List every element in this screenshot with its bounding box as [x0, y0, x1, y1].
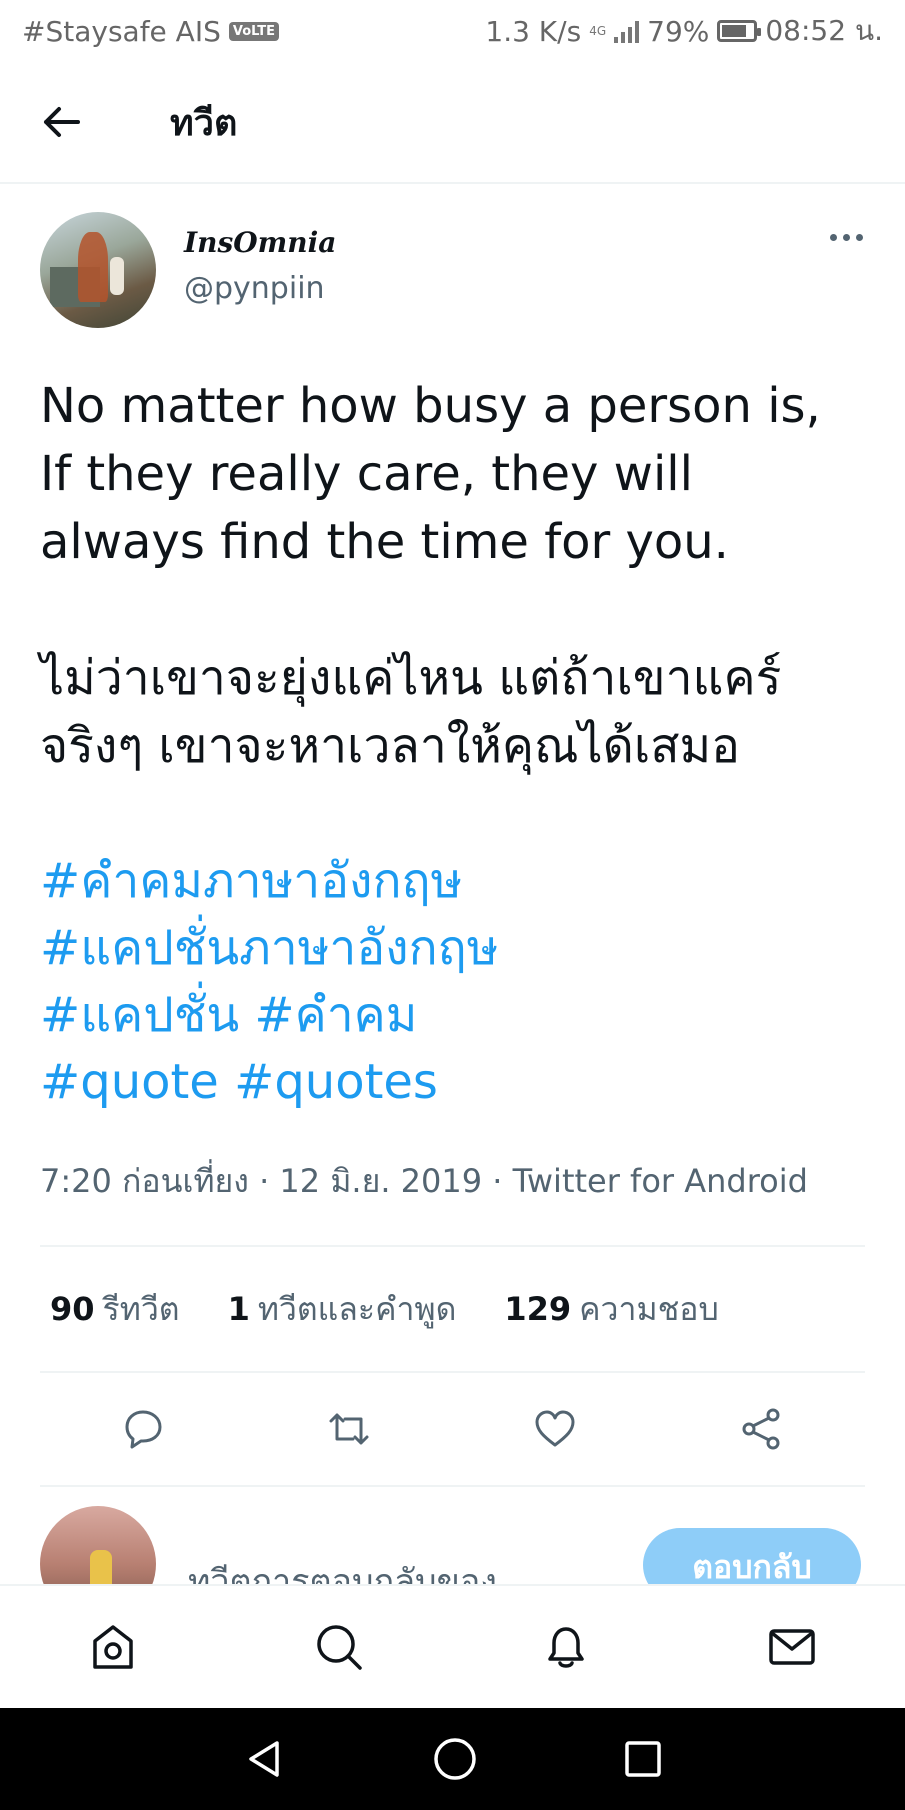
nav-home[interactable] [53, 1619, 173, 1675]
like-button[interactable] [452, 1405, 658, 1453]
mail-icon [769, 1629, 815, 1665]
clock: 08:52 น. [765, 14, 883, 47]
tweet-line-en: always find the time for you. [40, 514, 729, 570]
bottom-nav [0, 1584, 905, 1708]
divider [40, 1485, 865, 1487]
status-left: #Staysafe AIS VoLTE [22, 14, 280, 48]
arrow-left-icon [44, 107, 80, 137]
tweet-line-en: No matter how busy a person is, [40, 378, 821, 434]
network-type-label: 4G [589, 24, 607, 38]
reply-submit-button[interactable]: ตอบกลับ [643, 1528, 861, 1586]
hashtag-link[interactable]: #แคปชั่น [40, 987, 239, 1043]
network-type: 4G [589, 25, 606, 37]
nav-search[interactable] [279, 1619, 399, 1675]
tweet-line-th: จริงๆ เขาจะหาเวลาให้คุณได้เสมอ [40, 718, 740, 774]
user-avatar [40, 1506, 156, 1586]
back-button[interactable] [30, 91, 92, 153]
tweet: InsOmnia @pynpiin No matter how busy a p… [40, 212, 865, 1487]
quote-count: 1 [227, 1289, 250, 1328]
circle-home-icon [433, 1738, 476, 1780]
retweet-button[interactable] [246, 1405, 452, 1453]
tweet-actions [40, 1373, 865, 1485]
tweet-line-en: If they really care, they will [40, 446, 693, 502]
home-icon [93, 1625, 133, 1669]
hashtag-link[interactable]: #คำคมภาษาอังกฤษ [40, 853, 462, 909]
battery-fill [722, 25, 747, 37]
search-icon [317, 1625, 363, 1670]
like-count: 129 [504, 1289, 572, 1328]
share-button[interactable] [658, 1405, 864, 1453]
quote-stat[interactable]: 1 ทวีตและคำพูด [228, 1284, 457, 1335]
reply-button[interactable] [40, 1405, 246, 1453]
bell-icon [547, 1627, 584, 1668]
system-nav-bar [0, 1708, 905, 1810]
user-handle[interactable]: @pynpiin [184, 271, 336, 306]
nav-notifications[interactable] [506, 1619, 626, 1675]
app-header: ทวีต [0, 62, 905, 184]
hashtag-link[interactable]: #คำคม [254, 987, 417, 1043]
system-back-button[interactable] [243, 1737, 287, 1781]
retweet-icon [329, 1413, 369, 1445]
reply-input[interactable]: ทวีตการตอบกลับของ [188, 1554, 497, 1586]
hashtag-link[interactable]: #quote [40, 1054, 219, 1110]
signal-icon [614, 19, 640, 43]
system-home-button[interactable] [432, 1736, 478, 1782]
triangle-back-icon [248, 1741, 279, 1777]
square-recents-icon [624, 1741, 661, 1777]
tweet-line-th: ไม่ว่าเขาจะยุ่งแค่ไหน แต่ถ้าเขาแคร์ [40, 650, 782, 706]
like-stat[interactable]: 129 ความชอบ [504, 1284, 718, 1335]
heart-icon [535, 1410, 575, 1447]
retweet-count: 90 [50, 1289, 95, 1328]
carrier-name: #Staysafe AIS [22, 14, 221, 48]
quote-label: ทวีตและคำพูด [257, 1289, 457, 1328]
battery-percent: 79% [647, 14, 710, 48]
status-bar: #Staysafe AIS VoLTE 1.3 K/s 4G 79% 08:52… [0, 0, 905, 62]
display-name[interactable]: InsOmnia [184, 226, 336, 259]
page-title: ทวีต [170, 102, 238, 144]
retweet-stat[interactable]: 90 รีทวีต [50, 1284, 180, 1335]
retweet-label: รีทวีต [102, 1289, 180, 1328]
nav-messages[interactable] [732, 1619, 852, 1675]
hashtag-link[interactable]: #แคปชั่นภาษาอังกฤษ [40, 920, 498, 976]
system-recents-button[interactable] [623, 1739, 663, 1779]
hashtag-link[interactable]: #quotes [234, 1054, 438, 1110]
tweet-meta: 7:20 ก่อนเที่ยง · 12 มิ.ย. 2019 · Twitte… [40, 1162, 808, 1200]
reply-composer: ทวีตการตอบกลับของ ตอบกลับ [40, 1506, 865, 1586]
network-speed: 1.3 K/s [485, 14, 582, 48]
hashtag-list: #คำคมภาษาอังกฤษ #แคปชั่นภาษาอังกฤษ #แคปช… [40, 848, 865, 1116]
author-info: InsOmnia @pynpiin [184, 226, 336, 306]
share-icon [742, 1408, 780, 1450]
tweet-text: No matter how busy a person is, If they … [40, 372, 865, 1116]
speech-bubble-icon [125, 1410, 162, 1449]
more-options-button[interactable] [830, 234, 863, 241]
volte-badge: VoLTE [228, 21, 280, 41]
battery-icon [717, 20, 762, 42]
author-row: InsOmnia @pynpiin [40, 212, 865, 328]
tweet-stats: 90 รีทวีต 1 ทวีตและคำพูด 129 ความชอบ [40, 1247, 865, 1371]
tweet-detail-screen: #Staysafe AIS VoLTE 1.3 K/s 4G 79% 08:52… [0, 0, 905, 1810]
status-right: 1.3 K/s 4G 79% 08:52 น. [485, 9, 883, 53]
more-horizontal-icon [830, 234, 837, 241]
avatar[interactable] [40, 212, 156, 328]
like-label: ความชอบ [579, 1289, 719, 1328]
